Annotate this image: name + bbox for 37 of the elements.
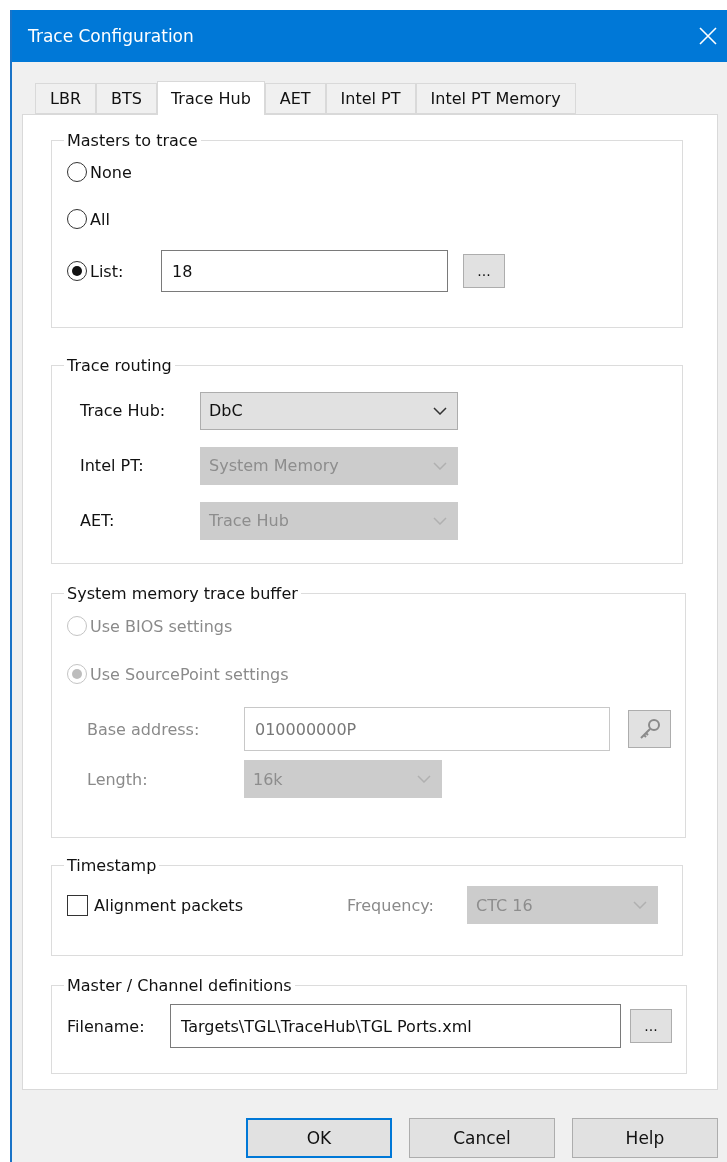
tab[interactable]: AET (264, 83, 326, 114)
field-label: AET: (79, 511, 116, 530)
chevron-down-icon (433, 406, 447, 415)
tab[interactable]: BTS (96, 83, 157, 114)
chevron-down-icon (433, 516, 447, 525)
field-label: Frequency: (347, 895, 435, 915)
chevron-down-icon (417, 775, 431, 783)
field-label: Base address: (86, 719, 201, 739)
filename-field[interactable]: Targets\TGL\TraceHub\TGL Ports.xml (170, 1004, 621, 1048)
radio-button[interactable]: All (67, 209, 110, 229)
radio-button[interactable]: None (67, 162, 132, 182)
field-label: Trace Hub: (79, 401, 167, 420)
chevron-down-icon (433, 461, 447, 470)
group-title: Master / Channel definitions (66, 976, 293, 995)
browse-button[interactable]: ... (630, 1009, 672, 1043)
radio-button[interactable]: List: (67, 261, 161, 281)
tab[interactable]: Intel PT (325, 83, 416, 114)
group-title: Timestamp (66, 856, 158, 875)
close-icon[interactable] (699, 27, 717, 45)
list-field[interactable]: 18 (161, 250, 448, 292)
field-label: Intel PT: (79, 456, 145, 475)
tab[interactable]: Trace Hub (156, 81, 265, 115)
dialog-button[interactable]: Cancel (409, 1118, 555, 1158)
group-title: Masters to trace (66, 131, 199, 150)
group-title: Trace routing (66, 356, 173, 375)
dropdown[interactable]: DbC (200, 391, 458, 430)
tab[interactable]: Intel PT Memory (415, 83, 576, 114)
chevron-down-icon (633, 901, 647, 909)
dialog-button[interactable]: OK (246, 1118, 392, 1158)
checkbox[interactable]: Alignment packets (67, 894, 347, 916)
field-label: Length: (86, 769, 149, 789)
browse-button[interactable]: ... (463, 254, 505, 288)
dialog-button[interactable]: Help (572, 1118, 718, 1158)
field-label: Filename: (67, 1016, 146, 1036)
tab[interactable]: LBR (35, 83, 96, 114)
window-title: Trace Configuration (28, 26, 194, 46)
group-title: System memory trace buffer (66, 584, 299, 603)
